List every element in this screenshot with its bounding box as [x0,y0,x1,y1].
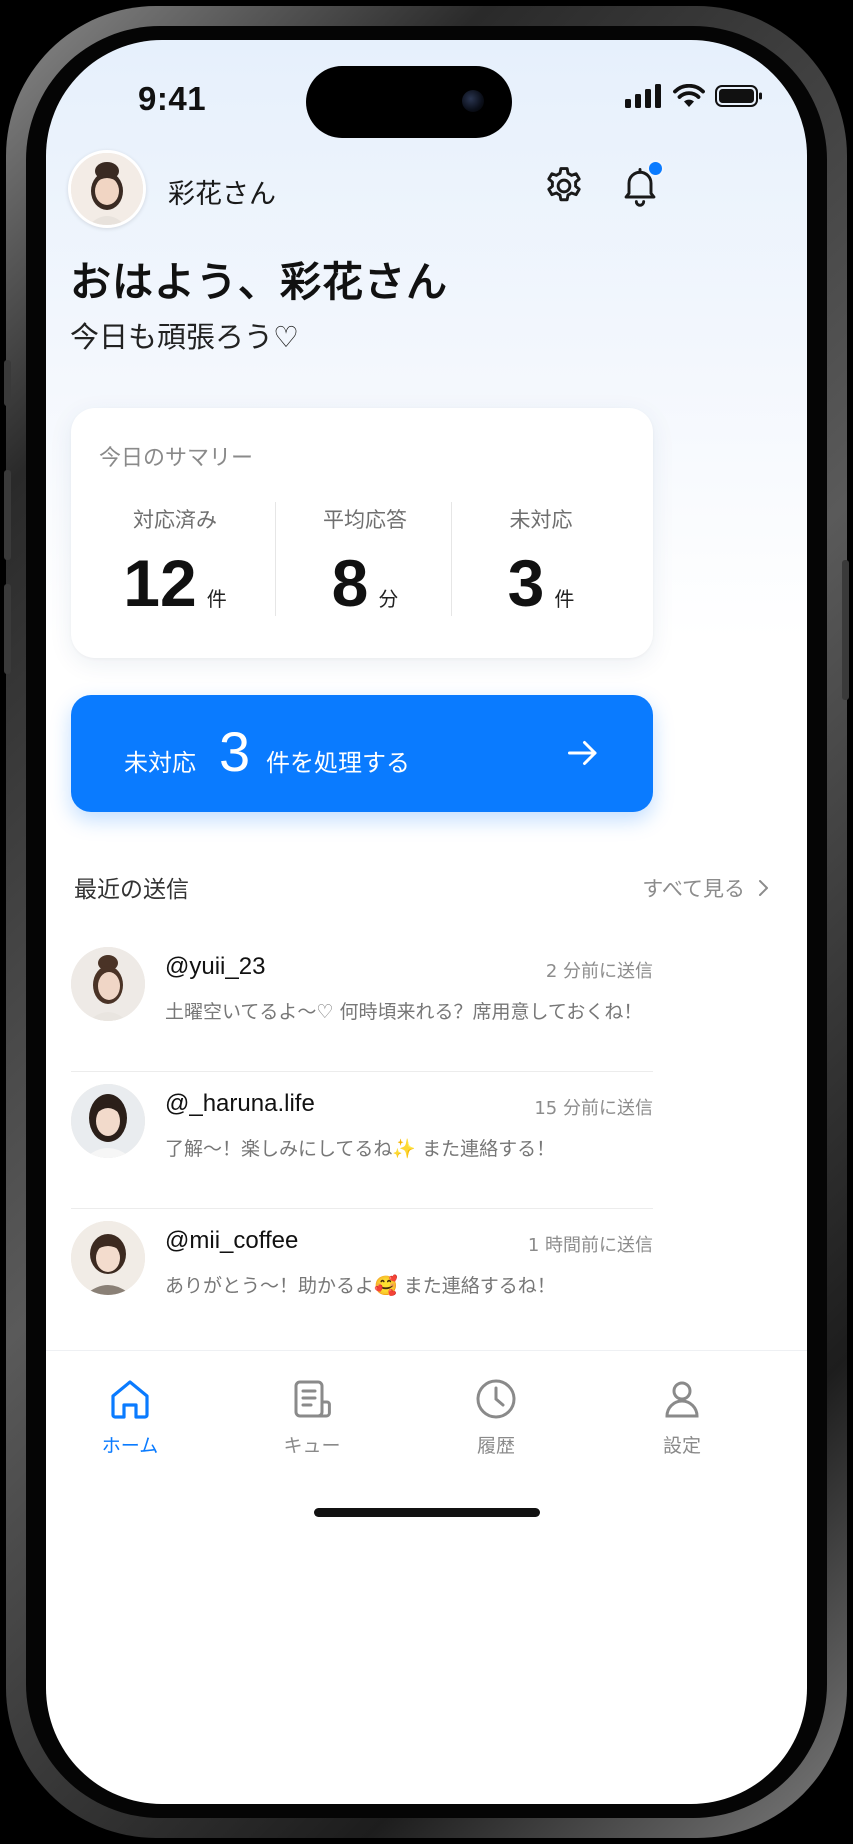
tab-label: 履歴 [476,1435,515,1457]
tab-queue[interactable]: キュー [252,1375,372,1458]
greeting-title: おはよう、彩花さん [70,258,448,306]
see-all-label: すべて見る [642,877,745,901]
stat-label: 対応済み [133,508,217,532]
wifi-icon [673,84,705,107]
message-time: 15 分前に送信 [534,1098,653,1119]
status-icons [625,84,763,108]
see-all-link[interactable]: すべて見る [642,873,771,903]
avatar-portrait [71,1221,145,1295]
sender-avatar [71,1084,145,1158]
status-time: 9:41 [138,80,207,117]
message-time: 1 時間前に送信 [527,1235,653,1256]
recent-messages-list: @yuii_23 2 分前に送信 土曜空いてるよ〜♡ 何時頃来れる？席用意してお… [71,935,653,1345]
battery-icon [715,85,762,107]
avatar-portrait [71,153,143,225]
notification-badge [647,160,664,177]
message-handle: @yuii_23 [165,953,266,980]
chevron-right-icon [759,880,768,896]
stat-value: 8 [331,546,369,620]
user-avatar[interactable] [68,150,146,228]
sender-avatar [71,1221,145,1295]
app-header: 彩花さん [68,150,788,242]
summary-card: 今日のサマリー 対応済み 12 件 平均応答 8 分 未対応 3 件 [71,408,653,658]
stat-handled: 対応済み 12 件 [85,504,265,620]
stat-label: 未対応 [509,508,573,532]
tab-home[interactable]: ホーム [70,1375,190,1458]
stat-label: 平均応答 [323,508,407,532]
message-handle: @_haruna.life [165,1090,315,1117]
stat-pending: 未対応 3 件 [451,504,631,620]
message-time: 2 分前に送信 [545,961,653,982]
message-item[interactable]: @_haruna.life 15 分前に送信 了解〜！楽しみにしてるね✨ また連… [71,1072,653,1209]
stat-value: 3 [507,546,545,620]
stat-unit: 分 [378,587,399,611]
bottom-tab-bar: ホーム キュー 履歴 設定 [46,1350,807,1531]
sender-avatar [71,947,145,1021]
tab-label: ホーム [101,1435,159,1457]
home-icon [111,1380,149,1419]
cellular-signal-icon [625,84,661,108]
cta-count: 3 [219,720,251,783]
user-name: 彩花さん [168,179,276,210]
message-handle: @mii_coffee [165,1227,299,1254]
app-screen: 9:41 彩花さん おはよう、彩花さん 今日も頑張ろう♡ 今日のサマリー 対応済… [46,40,807,1804]
greeting-subtitle: 今日も頑張ろう♡ [70,320,299,354]
tab-label: 設定 [662,1435,701,1457]
power-button [842,560,849,700]
message-text: 了解〜！楽しみにしてるね✨ また連絡する！ [165,1138,556,1160]
volume-down-button [4,584,11,674]
avatar-portrait [71,947,145,1021]
person-icon [665,1381,699,1418]
dynamic-island [306,66,512,138]
history-icon [476,1379,516,1419]
front-camera [462,90,484,112]
action-button [4,360,11,406]
message-text: ありがとう〜！助かるよ🥰 また連絡するね！ [165,1275,556,1297]
message-item[interactable]: @yuii_23 2 分前に送信 土曜空いてるよ〜♡ 何時頃来れる？席用意してお… [71,935,653,1072]
stat-unit: 件 [206,587,227,611]
message-text: 土曜空いてるよ〜♡ 何時頃来れる？席用意しておくね！ [165,1001,643,1023]
gear-icon [547,167,581,202]
queue-icon [294,1380,331,1418]
stat-value: 12 [123,546,197,620]
cta-suffix: 件を処理する [266,749,410,777]
avatar-portrait [71,1084,145,1158]
summary-title: 今日のサマリー [99,446,254,471]
volume-up-button [4,470,11,560]
stat-avg-response: 平均応答 8 分 [275,504,455,620]
recent-section-title: 最近の送信 [74,877,189,903]
tab-settings[interactable]: 設定 [622,1375,742,1458]
arrow-right-icon [568,741,597,765]
message-item[interactable]: @mii_coffee 1 時間前に送信 ありがとう〜！助かるよ🥰 また連絡する… [71,1209,653,1345]
home-indicator[interactable] [313,1508,540,1517]
tab-history[interactable]: 履歴 [436,1375,556,1458]
tab-label: キュー [283,1435,341,1457]
cta-prefix: 未対応 [124,749,196,777]
process-pending-button[interactable]: 未対応 3 件を処理する [71,695,653,812]
stat-unit: 件 [554,587,575,611]
notifications-button[interactable] [610,156,670,216]
settings-button[interactable] [534,156,594,216]
status-bar: 9:41 [46,40,807,160]
